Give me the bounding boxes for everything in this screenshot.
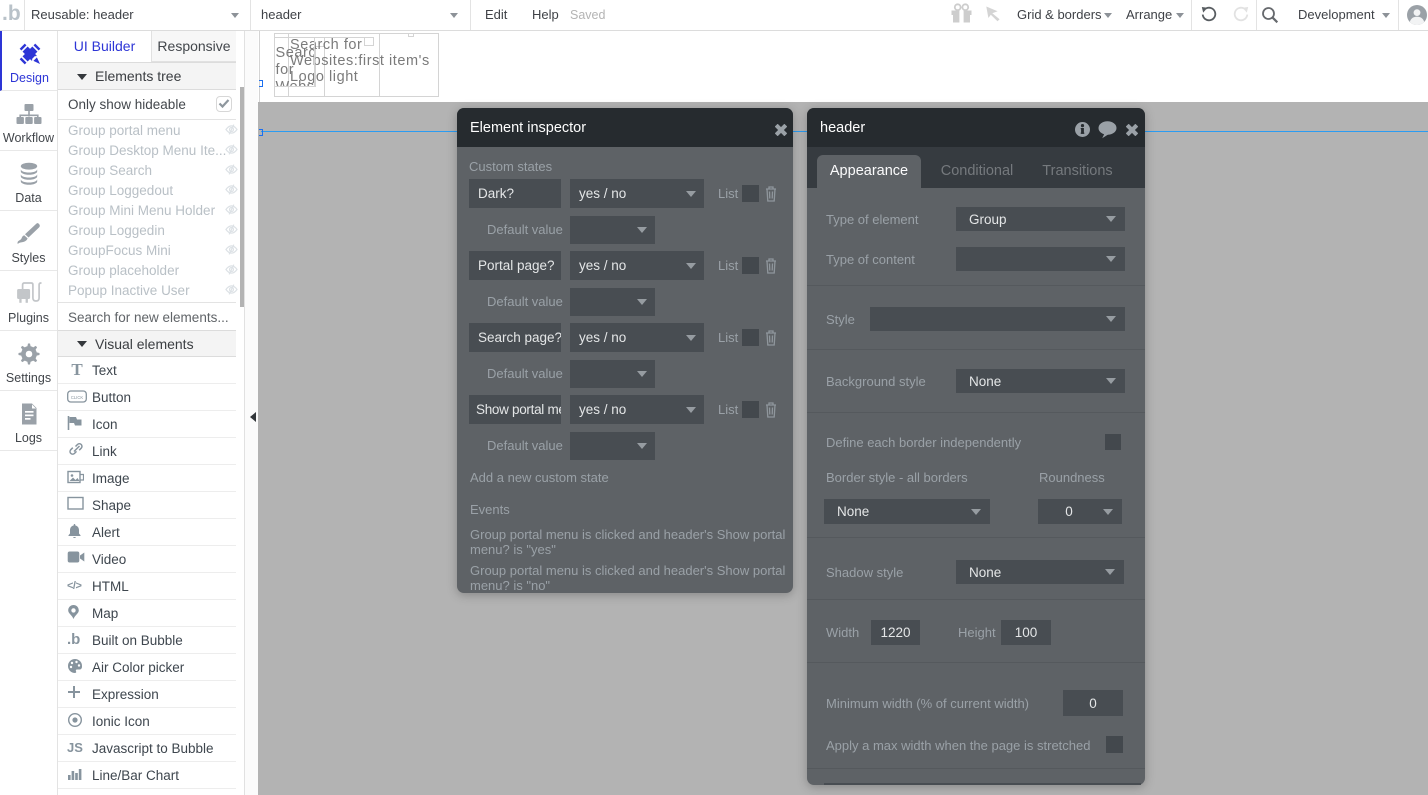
svg-text:CLICK: CLICK bbox=[71, 395, 84, 400]
